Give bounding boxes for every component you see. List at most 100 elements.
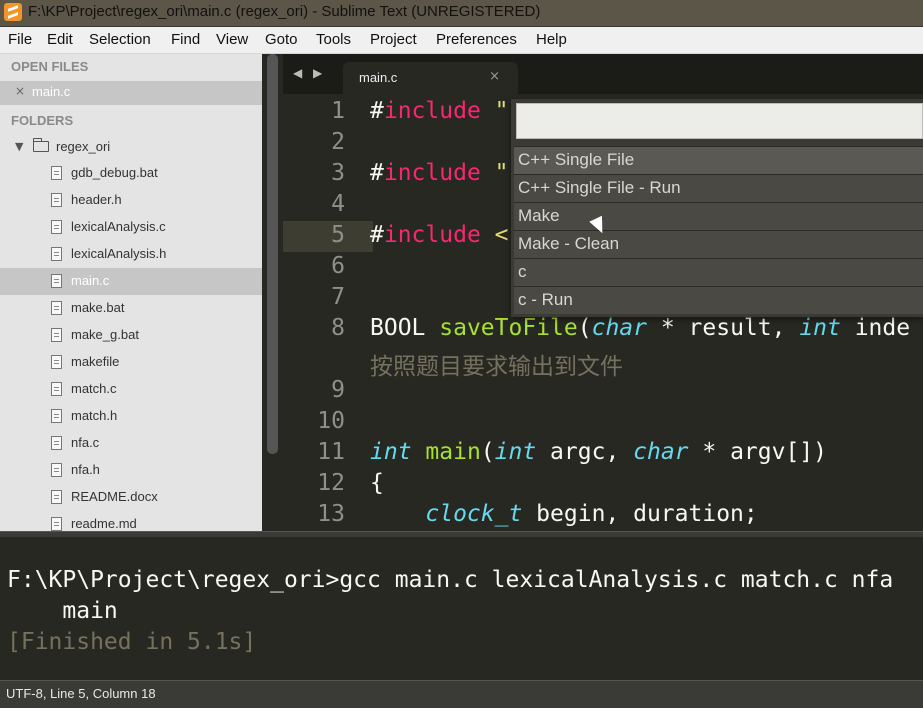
- file-item[interactable]: README.docx: [0, 484, 262, 511]
- code-line: int main(int argc, char * argv[]): [370, 439, 827, 465]
- menu-bar: File Edit Selection Find View Goto Tools…: [0, 27, 923, 54]
- line-number: 2: [331, 129, 345, 155]
- line-number: 11: [317, 439, 345, 465]
- folder-label: regex_ori: [56, 139, 111, 154]
- file-item[interactable]: make.bat: [0, 295, 262, 322]
- folder-item-regex-ori[interactable]: ▼ regex_ori: [0, 136, 262, 160]
- file-item[interactable]: makefile: [0, 349, 262, 376]
- tab-nav-left-icon[interactable]: ◀: [293, 66, 302, 80]
- menu-project[interactable]: Project: [370, 31, 417, 48]
- palette-item-label: Make: [518, 206, 560, 225]
- code-line: BOOL saveToFile(char * result, int inde: [370, 315, 910, 341]
- line-number: 1: [331, 98, 345, 124]
- file-icon: [51, 220, 62, 234]
- tab-nav-right-icon[interactable]: ▶: [313, 66, 322, 80]
- code-token: include: [383, 160, 481, 186]
- line-number: 3: [331, 160, 345, 186]
- code-token: (: [480, 439, 495, 465]
- code-line: #include <: [370, 222, 509, 248]
- palette-item[interactable]: c: [514, 258, 923, 286]
- file-label: lexicalAnalysis.h: [71, 246, 167, 261]
- file-item[interactable]: nfa.h: [0, 457, 262, 484]
- line-number: 13: [317, 501, 345, 527]
- sidebar-scrollbar[interactable]: [262, 54, 283, 531]
- menu-file[interactable]: File: [8, 31, 32, 48]
- file-icon: [51, 463, 62, 477]
- file-item[interactable]: lexicalAnalysis.c: [0, 214, 262, 241]
- palette-item[interactable]: Make - Clean: [514, 230, 923, 258]
- file-item[interactable]: main.c: [0, 268, 262, 295]
- file-label: match.c: [71, 381, 117, 396]
- file-item[interactable]: make_g.bat: [0, 322, 262, 349]
- code-token: * argv[]): [688, 439, 828, 465]
- code-token: char: [633, 439, 689, 465]
- tab-main-c[interactable]: main.c ×: [343, 62, 518, 94]
- line-number: 7: [331, 284, 345, 310]
- file-icon: [51, 328, 62, 342]
- code-token: 按照题目要求输出到文件: [370, 354, 623, 380]
- palette-item[interactable]: C++ Single File - Run: [514, 174, 923, 202]
- file-item[interactable]: readme.md: [0, 511, 262, 531]
- folders-header: FOLDERS: [11, 113, 74, 128]
- file-label: match.h: [71, 408, 118, 423]
- menu-goto[interactable]: Goto: [265, 31, 298, 48]
- file-icon: [51, 436, 62, 450]
- code-token: inde: [840, 315, 911, 341]
- close-icon[interactable]: ×: [15, 84, 25, 98]
- menu-find[interactable]: Find: [171, 31, 200, 48]
- scrollbar-thumb[interactable]: [267, 54, 278, 454]
- code-line: 按照题目要求输出到文件: [370, 347, 623, 381]
- code-token: #: [370, 160, 384, 186]
- file-icon: [51, 301, 62, 315]
- menu-preferences[interactable]: Preferences: [436, 31, 517, 48]
- build-output-panel: F:\KP\Project\regex_ori>gcc main.c lexic…: [0, 537, 923, 672]
- file-item[interactable]: gdb_debug.bat: [0, 160, 262, 187]
- file-item[interactable]: header.h: [0, 187, 262, 214]
- file-label: make_g.bat: [71, 327, 139, 342]
- title-bar: F:\KP\Project\regex_ori\main.c (regex_or…: [0, 0, 923, 27]
- palette-item[interactable]: C++ Single File: [514, 146, 923, 174]
- code-token: ": [480, 98, 509, 124]
- palette-item[interactable]: Make: [514, 202, 923, 230]
- palette-item-label: C++ Single File - Run: [518, 178, 681, 197]
- file-label: nfa.c: [71, 435, 100, 450]
- menu-selection[interactable]: Selection: [89, 31, 151, 48]
- file-label: header.h: [71, 192, 122, 207]
- menu-help[interactable]: Help: [536, 31, 567, 48]
- code-token: main: [425, 439, 481, 465]
- palette-item[interactable]: c - Run: [514, 286, 923, 314]
- menu-tools[interactable]: Tools: [316, 31, 351, 48]
- tab-close-icon[interactable]: ×: [489, 69, 500, 84]
- file-icon: [51, 274, 62, 288]
- code-line: #include ": [370, 98, 509, 124]
- expand-triangle-icon[interactable]: ▼: [15, 140, 23, 153]
- code-token: BOOL: [370, 315, 440, 341]
- palette-input[interactable]: [516, 103, 923, 139]
- file-item[interactable]: nfa.c: [0, 430, 262, 457]
- file-item[interactable]: match.c: [0, 376, 262, 403]
- menu-view[interactable]: View: [216, 31, 248, 48]
- palette-item-label: c: [518, 262, 527, 281]
- line-number: 9: [331, 377, 345, 403]
- menu-edit[interactable]: Edit: [47, 31, 73, 48]
- code-token: ": [480, 160, 509, 186]
- file-item[interactable]: match.h: [0, 403, 262, 430]
- code-line: clock_t begin, duration;: [370, 501, 758, 527]
- file-item[interactable]: lexicalAnalysis.h: [0, 241, 262, 268]
- file-label: gdb_debug.bat: [71, 165, 158, 180]
- code-token: int: [494, 439, 537, 465]
- file-icon: [51, 247, 62, 261]
- code-token: int: [799, 315, 841, 341]
- code-token: saveToFile: [439, 315, 578, 341]
- output-line: main: [7, 598, 118, 624]
- file-icon: [51, 382, 62, 396]
- open-file-item[interactable]: × main.c: [0, 81, 262, 105]
- file-label: make.bat: [71, 300, 125, 315]
- file-label: readme.md: [71, 516, 137, 531]
- file-icon: [51, 409, 62, 423]
- build-finished-message: [Finished in 5.1s]: [7, 629, 257, 655]
- code-token: begin, duration;: [522, 501, 758, 527]
- command-palette: C++ Single File C++ Single File - Run Make…: [511, 99, 923, 317]
